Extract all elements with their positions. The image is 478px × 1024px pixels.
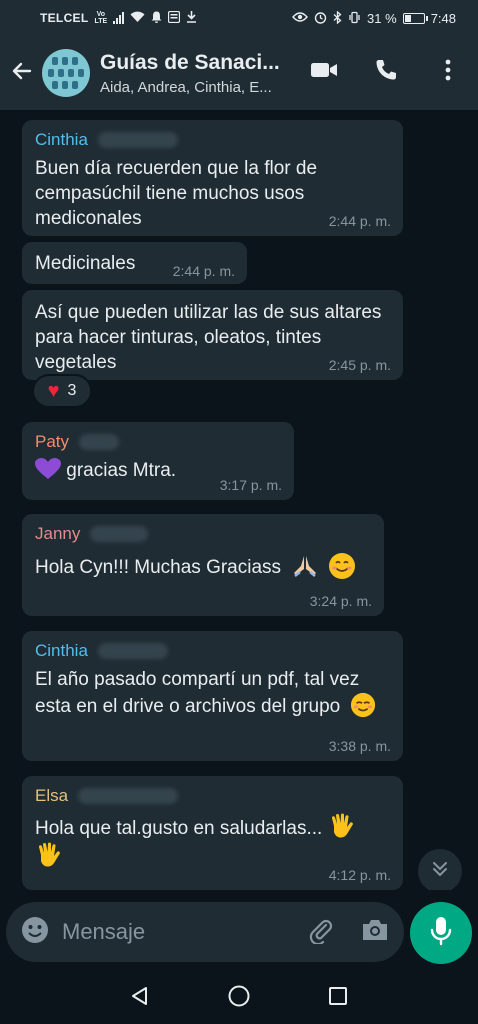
mic-icon xyxy=(429,916,453,951)
message-text: Hola Cyn!!! Muchas Graciass xyxy=(35,557,282,578)
message-time: 3:17 p. m. xyxy=(219,477,282,493)
vibrate-icon xyxy=(348,11,361,26)
nav-recents-icon xyxy=(327,985,349,1012)
chat-info[interactable]: Guías de Sanaci... Aida, Andrea, Cinthia… xyxy=(100,51,310,96)
message-bubble[interactable]: Medicinales 2:44 p. m. xyxy=(22,242,247,284)
volte-bottom: LTE xyxy=(94,18,108,25)
phone-icon xyxy=(374,58,398,87)
volte-indicator: Vo LTE xyxy=(94,11,107,25)
sender-name: Cinthia xyxy=(35,641,88,660)
signal-icon xyxy=(113,12,125,24)
message-bubble[interactable]: Elsa Hola que tal.gusto en saludarlas...… xyxy=(22,776,403,890)
bluetooth-icon xyxy=(333,10,342,26)
download-icon xyxy=(186,11,197,25)
battery-icon xyxy=(402,12,428,24)
message-time: 2:44 p. m. xyxy=(172,263,235,279)
carrier-name: TELCEL xyxy=(40,11,89,25)
nav-home-icon xyxy=(227,984,251,1013)
heart-icon: ♥ xyxy=(47,379,60,402)
message-content: Hola que tal.gusto en saludarlas... xyxy=(35,812,390,870)
nav-back-icon xyxy=(129,985,151,1012)
message-time: 2:45 p. m. xyxy=(328,357,391,373)
alarm-icon xyxy=(314,11,327,26)
waving-hand-icon xyxy=(35,842,61,868)
scroll-down-icon xyxy=(431,860,449,883)
system-navigation-bar xyxy=(0,972,478,1024)
nav-home-button[interactable] xyxy=(219,978,259,1018)
attach-icon xyxy=(307,916,335,949)
camera-button[interactable] xyxy=(360,917,390,947)
message-bubble[interactable]: Paty gracias Mtra. 3:17 p. m. xyxy=(22,422,294,500)
message-bubble[interactable]: Cinthia El año pasado compartí un pdf, t… xyxy=(22,631,403,761)
message-sender: Janny xyxy=(35,524,371,544)
wifi-icon xyxy=(130,11,145,25)
nav-back-button[interactable] xyxy=(120,978,160,1018)
back-button[interactable] xyxy=(2,53,42,93)
message-input[interactable] xyxy=(62,919,282,945)
redacted-number xyxy=(79,434,120,450)
group-avatar[interactable] xyxy=(42,49,90,97)
redacted-number xyxy=(97,132,178,148)
status-bar: TELCEL Vo LTE 31 % 7:48 xyxy=(0,0,478,36)
message-content: El año pasado compartí un pdf, tal vez e… xyxy=(35,667,390,719)
message-text: Hola que tal.gusto en saludarlas... xyxy=(35,818,323,839)
more-options-button[interactable] xyxy=(432,56,464,88)
notification-bell-icon xyxy=(151,11,162,25)
voice-message-button[interactable] xyxy=(410,902,472,964)
message-time: 4:12 p. m. xyxy=(328,867,391,883)
message-text: El año pasado compartí un pdf, tal vez e… xyxy=(35,669,360,717)
message-text: gracias Mtra. xyxy=(66,460,177,481)
chat-header: Guías de Sanaci... Aida, Andrea, Cinthia… xyxy=(0,36,478,110)
message-time: 3:24 p. m. xyxy=(309,593,372,609)
message-bubble[interactable]: Así que pueden utilizar las de sus altar… xyxy=(22,290,403,380)
group-members: Aida, Andrea, Cinthia, E... xyxy=(100,78,272,96)
back-arrow-icon xyxy=(10,59,34,88)
blush-face-icon xyxy=(346,692,376,718)
message-time: 2:44 p. m. xyxy=(328,213,391,229)
message-bubble[interactable]: Cinthia Buen día recuerden que la flor d… xyxy=(22,120,403,236)
header-actions xyxy=(308,56,464,88)
sender-name: Cinthia xyxy=(35,130,88,149)
message-bubble[interactable]: Janny Hola Cyn!!! Muchas Graciass 3:24 p… xyxy=(22,514,384,616)
waving-hand-icon xyxy=(328,813,354,839)
praying-hands-icon xyxy=(286,556,318,578)
message-list[interactable]: Cinthia Buen día recuerden que la flor d… xyxy=(0,110,478,890)
sender-name: Janny xyxy=(35,524,81,543)
nav-recents-button[interactable] xyxy=(318,978,358,1018)
voice-call-button[interactable] xyxy=(370,56,402,88)
redacted-number xyxy=(78,788,179,804)
message-time: 3:38 p. m. xyxy=(328,738,391,754)
status-left: TELCEL Vo LTE xyxy=(40,10,197,25)
video-call-button[interactable] xyxy=(308,56,340,88)
scroll-down-button[interactable] xyxy=(418,849,462,890)
video-call-icon xyxy=(310,60,338,85)
message-sender: Cinthia xyxy=(35,130,390,150)
message-sender: Cinthia xyxy=(35,641,390,661)
clock: 7:48 xyxy=(430,10,456,26)
message-sender: Paty xyxy=(35,432,281,452)
group-title: Guías de Sanaci... xyxy=(100,50,280,74)
message-composer xyxy=(6,902,404,962)
smiling-face-icon xyxy=(324,553,356,579)
purple-heart-icon xyxy=(35,458,61,481)
sender-name: Paty xyxy=(35,432,70,451)
redacted-number xyxy=(97,643,168,659)
attach-button[interactable] xyxy=(306,917,336,947)
camera-icon xyxy=(361,918,389,947)
more-icon xyxy=(445,58,451,87)
message-sender: Elsa xyxy=(35,786,390,806)
emoji-button[interactable] xyxy=(20,916,50,949)
sender-name: Elsa xyxy=(35,786,69,805)
reaction-badge[interactable]: ♥ 3 xyxy=(32,374,92,408)
eye-icon xyxy=(292,12,308,24)
news-icon xyxy=(168,10,181,25)
message-content: Hola Cyn!!! Muchas Graciass xyxy=(35,552,371,580)
status-right: 31 % 7:48 xyxy=(292,10,456,26)
volte-top: Vo xyxy=(96,11,106,18)
emoji-icon xyxy=(21,916,49,949)
redacted-number xyxy=(90,526,149,542)
reaction-count: 3 xyxy=(67,382,77,399)
battery-percent: 31 % xyxy=(367,10,397,26)
